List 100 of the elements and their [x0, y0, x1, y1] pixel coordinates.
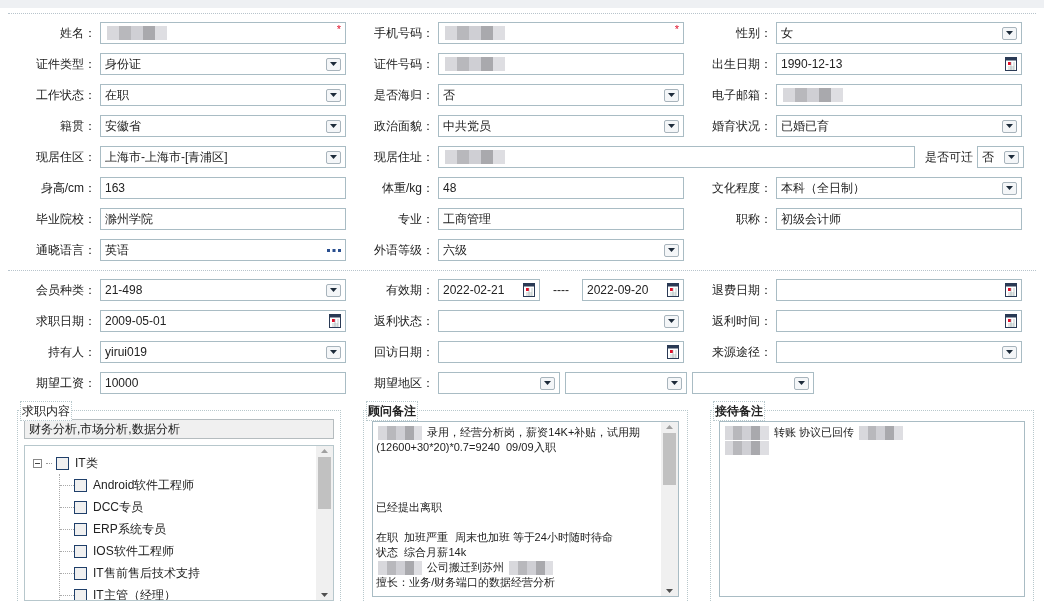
notes-textarea[interactable]: 录用，经营分析岗，薪资14K+补贴，试用期 (12600+30*20)*0.7=9240 09/09入职 已经提出离职 在职 加班严重 周末也加班 等于24小时随时待命 状态 综合月薪14k 公司搬迁到苏州 擅长：业务/财务端口的数据经营分析	[372, 421, 679, 597]
checkbox[interactable]	[74, 566, 87, 580]
dropdown[interactable]: 否	[977, 146, 1024, 168]
field-label: 外语等级：	[373, 242, 434, 259]
text-field[interactable]: 初级会计师	[776, 208, 1022, 230]
checkbox[interactable]	[74, 588, 87, 600]
field-label: 证件类型：	[35, 56, 96, 73]
dropdown[interactable]	[692, 372, 814, 394]
group-title: 顾问备注	[366, 401, 419, 421]
dropdown[interactable]	[565, 372, 687, 394]
date-field[interactable]: 2022-09-20	[582, 279, 684, 301]
dropdown[interactable]: 否	[438, 84, 684, 106]
tree-node-label[interactable]: IT售前售后技术支持	[93, 564, 200, 582]
note-text: 公司搬迁到苏州	[427, 560, 505, 575]
note-text: 转账 协议已回传	[773, 425, 854, 440]
text-field[interactable]: 滁州学院	[100, 208, 346, 230]
dropdown[interactable]: yirui019	[100, 341, 346, 363]
scrollbar[interactable]	[316, 446, 334, 600]
checkbox[interactable]	[56, 456, 69, 470]
group-title: 求职内容	[20, 401, 72, 421]
field-label: 姓名：	[59, 25, 96, 42]
date-field[interactable]	[438, 341, 684, 363]
field-label: 出生日期：	[711, 56, 772, 73]
dropdown[interactable]: 安徽省	[100, 115, 346, 137]
collapse-toggle-icon[interactable]	[33, 458, 42, 468]
field-label: 是否可迁	[925, 149, 973, 166]
tree-node-label[interactable]: DCC专员	[93, 498, 143, 516]
dropdown[interactable]	[438, 310, 684, 332]
checkbox[interactable]	[74, 544, 87, 558]
text-field[interactable]: *	[438, 22, 684, 44]
group-title: 接待备注	[712, 401, 765, 421]
field-label: 退费日期：	[711, 282, 772, 299]
redaction-icon	[724, 440, 769, 455]
tree-node-label[interactable]: Android软件工程师	[93, 476, 195, 494]
tree-node-label[interactable]: ERP系统专员	[93, 520, 166, 538]
field-label: 返利状态：	[373, 313, 434, 330]
text-field[interactable]	[776, 84, 1022, 106]
calendar-icon	[667, 283, 679, 297]
text-field[interactable]: 10000	[100, 372, 346, 394]
dropdown[interactable]: 21-498	[100, 279, 346, 301]
checkbox[interactable]	[74, 478, 87, 492]
field-label: 身高/cm：	[39, 180, 96, 197]
text-field[interactable]: 工商管理	[438, 208, 684, 230]
field-label: 婚育状况：	[711, 118, 772, 135]
field-label: 手机号码：	[373, 25, 434, 42]
date-field[interactable]	[776, 310, 1022, 332]
scroll-thumb[interactable]	[318, 457, 332, 509]
field-label: 籍贯：	[59, 118, 96, 135]
more-icon	[327, 248, 341, 252]
text-field[interactable]: 163	[100, 177, 346, 199]
dropdown[interactable]: 中共党员	[438, 115, 684, 137]
scroll-down-icon[interactable]	[665, 589, 673, 593]
field-label: 通晓语言：	[35, 242, 96, 259]
text-field[interactable]: 48	[438, 177, 684, 199]
field-label: 文化程度：	[711, 180, 772, 197]
calendar-icon	[1005, 283, 1017, 297]
dropdown[interactable]	[776, 341, 1022, 363]
calendar-icon	[1005, 314, 1017, 328]
dropdown[interactable]: 本科（全日制）	[776, 177, 1022, 199]
calendar-icon	[329, 314, 341, 328]
dropdown[interactable]: 已婚已育	[776, 115, 1022, 137]
scroll-up-icon[interactable]	[665, 425, 673, 429]
text-field[interactable]: *	[100, 22, 346, 44]
calendar-icon	[1005, 57, 1017, 71]
scroll-thumb[interactable]	[662, 433, 676, 485]
field-label: 持有人：	[47, 344, 96, 361]
date-field[interactable]	[776, 279, 1022, 301]
note-text: 状态 综合月薪14k	[376, 545, 467, 560]
lookup-field[interactable]: 英语	[100, 239, 346, 261]
field-label: 是否海归：	[373, 87, 434, 104]
checkbox[interactable]	[74, 522, 87, 536]
dropdown[interactable]: 在职	[100, 84, 346, 106]
scroll-up-icon[interactable]	[321, 449, 329, 453]
field-label: 工作状态：	[35, 87, 96, 104]
field-label: 求职日期：	[35, 313, 96, 330]
dropdown[interactable]: 女	[776, 22, 1022, 44]
note-text: 已经提出离职	[376, 500, 443, 515]
date-field[interactable]: 1990-12-13	[776, 53, 1022, 75]
text-field[interactable]	[438, 146, 915, 168]
field-label: 毕业院校：	[35, 211, 96, 228]
redaction-icon	[858, 425, 903, 440]
field-label: 有效期：	[385, 282, 434, 299]
tree-node-label[interactable]: IT类	[75, 454, 98, 472]
range-separator: ----	[552, 282, 570, 299]
dropdown[interactable]: 上海市-上海市-[青浦区]	[100, 146, 346, 168]
notes-textarea[interactable]: 转账 协议已回传	[718, 421, 1025, 597]
tree-node-label[interactable]: IOS软件工程师	[93, 542, 174, 560]
dropdown[interactable]	[438, 372, 560, 394]
field-label: 性别：	[735, 25, 772, 42]
date-field[interactable]: 2022-02-21	[438, 279, 540, 301]
scroll-down-icon[interactable]	[321, 593, 329, 597]
scrollbar[interactable]	[660, 422, 678, 596]
text-field[interactable]	[438, 53, 684, 75]
dropdown[interactable]: 六级	[438, 239, 684, 261]
checkbox[interactable]	[74, 500, 87, 514]
note-text: 在职 加班严重 周末也加班 等于24小时随时待命	[376, 530, 613, 545]
dropdown[interactable]: 身份证	[100, 53, 346, 75]
date-field[interactable]: 2009-05-01	[100, 310, 346, 332]
field-label: 现居住区：	[35, 149, 96, 166]
selection-summary-field: 财务分析,市场分析,数据分析	[24, 419, 335, 439]
